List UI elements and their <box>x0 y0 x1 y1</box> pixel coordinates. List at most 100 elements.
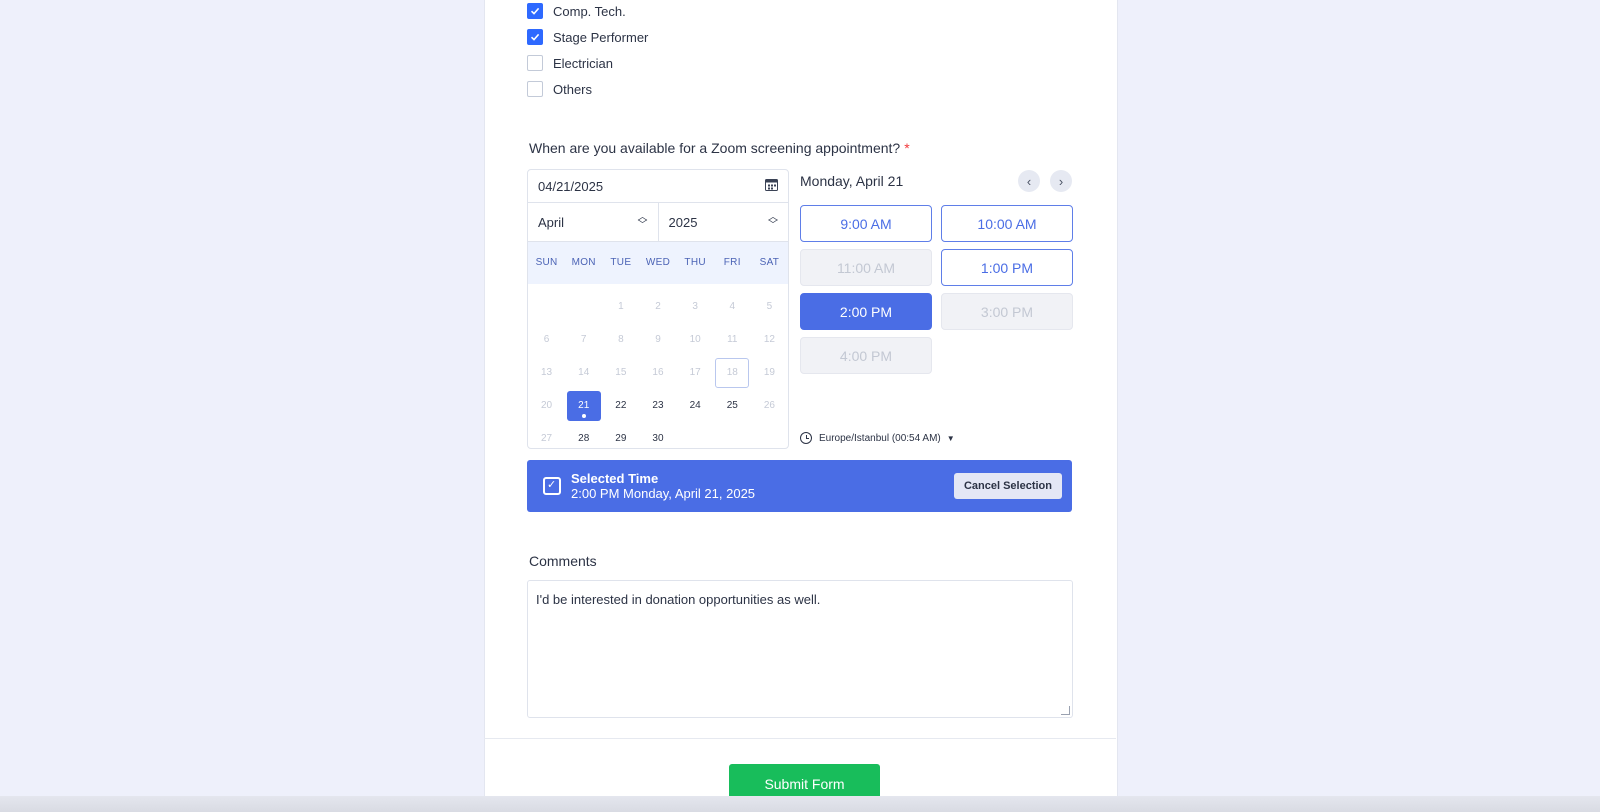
appointment-question: When are you available for a Zoom screen… <box>529 140 910 156</box>
timezone-select[interactable]: Europe/Istanbul (00:54 AM) ▼ <box>800 432 955 444</box>
spinner-icon[interactable]: ︿ ﹀ <box>638 213 648 231</box>
calendar-day: 8 <box>602 323 639 356</box>
day-number: 11 <box>727 334 738 345</box>
calendar-day: 16 <box>639 356 676 389</box>
prev-day-button[interactable]: ‹ <box>1018 170 1040 192</box>
day-number: 17 <box>689 367 701 378</box>
checkbox-unchecked-icon[interactable] <box>527 81 543 97</box>
checkbox-electrician[interactable]: Electrician <box>527 52 613 74</box>
day-number: 5 <box>766 301 773 312</box>
calendar-empty-cell <box>751 422 788 448</box>
month-year-selectors: April ︿ ﹀ 2025 ︿ ﹀ <box>528 203 788 242</box>
day-number <box>530 292 564 322</box>
selected-time-title: Selected Time <box>571 471 659 486</box>
time-slot-button[interactable]: 2:00 PM <box>800 293 932 330</box>
checkbox-checked-icon[interactable] <box>527 3 543 19</box>
calendar-day: 9 <box>639 323 676 356</box>
calendar-day: 12 <box>751 323 788 356</box>
weekday-label: WED <box>645 257 671 268</box>
chevron-right-icon: › <box>1058 173 1064 189</box>
calendar-day[interactable]: 28 <box>565 422 602 448</box>
chevron-left-icon: ‹ <box>1026 173 1032 189</box>
checkbox-label: Electrician <box>553 55 613 71</box>
day-number: 28 <box>578 433 590 444</box>
question-text: When are you available for a Zoom screen… <box>529 140 901 156</box>
year-select[interactable]: 2025 ︿ ﹀ <box>657 203 789 241</box>
calendar-day: 15 <box>602 356 639 389</box>
day-number: 12 <box>763 334 775 345</box>
calendar-week: 20 21 22 23 24 25 26 <box>528 389 788 422</box>
comments-label: Comments <box>529 553 597 569</box>
calendar-empty-cell <box>565 290 602 323</box>
day-number: 14 <box>578 367 590 378</box>
calendar-day[interactable]: 21 <box>565 389 602 422</box>
date-input[interactable]: 04/21/2025 <box>528 170 788 203</box>
time-slot-button[interactable]: 9:00 AM <box>800 205 932 242</box>
checkbox-label: Comp. Tech. <box>553 3 626 19</box>
selected-time-bar: Selected Time 2:00 PM Monday, April 21, … <box>527 460 1072 512</box>
calendar-day[interactable]: 23 <box>639 389 676 422</box>
calendar-day[interactable]: 22 <box>602 389 639 422</box>
day-number: 9 <box>655 334 661 345</box>
checkbox-label: Stage Performer <box>553 29 649 45</box>
date-input-value: 04/21/2025 <box>538 178 604 194</box>
day-number: 13 <box>541 367 553 378</box>
calendar-day: 7 <box>565 323 602 356</box>
checkbox-checked-icon[interactable] <box>527 29 543 45</box>
spinner-icon[interactable]: ︿ ﹀ <box>768 213 778 231</box>
comments-textarea[interactable]: I'd be interested in donation opportunit… <box>527 580 1073 718</box>
day-number: 24 <box>689 400 701 411</box>
weekday-label: THU <box>684 257 706 268</box>
calendar-day: 14 <box>565 356 602 389</box>
time-slot-button[interactable]: 1:00 PM <box>941 249 1073 286</box>
day-number: 22 <box>615 400 627 411</box>
time-slot-button[interactable]: 10:00 AM <box>941 205 1073 242</box>
calendar-empty-cell <box>714 422 751 449</box>
selected-time-value: 2:00 PM Monday, April 21, 2025 <box>571 486 756 501</box>
cancel-selection-button[interactable]: Cancel Selection <box>953 473 1062 499</box>
calendar-day[interactable]: 24 <box>677 389 714 422</box>
day-grid: 1 2 3 4 5 6 7 8 9 10 11 12 13 14 15 16 17 18 19 20 21 22 23 24 2… <box>528 284 788 449</box>
calendar-icon[interactable] <box>765 178 778 194</box>
weekday-label: MON <box>571 257 596 268</box>
weekday-label: SAT <box>759 257 780 268</box>
month-value: April <box>538 214 565 230</box>
checkbox-comp-tech[interactable]: Comp. Tech. <box>527 0 626 22</box>
calendar-empty-cell <box>528 290 565 323</box>
day-number: 25 <box>726 400 738 411</box>
day-number: 15 <box>615 367 627 378</box>
day-number: 7 <box>580 334 587 345</box>
day-number: 3 <box>692 301 698 312</box>
day-number <box>715 424 749 449</box>
calendar-day: 20 <box>528 389 565 422</box>
calendar-day: 18 <box>714 356 751 389</box>
calendar-day: 6 <box>528 323 565 356</box>
selected-dot-icon <box>581 414 586 418</box>
calendar-day[interactable]: 29 <box>602 422 639 448</box>
weekday-label: TUE <box>610 257 632 268</box>
day-number: 1 <box>618 301 624 312</box>
next-day-button[interactable]: › <box>1050 170 1072 192</box>
day-number: 20 <box>541 400 553 411</box>
year-value: 2025 <box>668 214 698 230</box>
day-number: 16 <box>652 367 664 378</box>
resize-handle-icon[interactable] <box>1061 706 1070 715</box>
day-number: 2 <box>655 301 661 312</box>
day-number: 26 <box>763 400 775 411</box>
weekday-header: SUN MON TUE WED THU FRI SAT <box>528 242 788 284</box>
date-picker: 04/21/2025 April ︿ ﹀ 2025 ︿ ﹀ SUN MON TUE WED… <box>527 169 789 449</box>
day-number: 29 <box>615 433 627 444</box>
calendar-day: 11 <box>714 323 751 356</box>
checkbox-stage-performer[interactable]: Stage Performer <box>527 26 648 48</box>
day-number: 10 <box>689 334 701 345</box>
footer-divider <box>484 738 1116 739</box>
calendar-day[interactable]: 25 <box>714 389 751 422</box>
checkbox-unchecked-icon[interactable] <box>527 55 543 71</box>
checkbox-others[interactable]: Others <box>527 78 592 100</box>
comments-value: I'd be interested in donation opportunit… <box>536 592 821 607</box>
day-number: 23 <box>652 400 664 411</box>
calendar-day[interactable]: 30 <box>639 422 676 448</box>
day-number: 4 <box>729 301 736 312</box>
month-select[interactable]: April ︿ ﹀ <box>528 203 658 241</box>
calendar-day: 4 <box>714 290 751 323</box>
